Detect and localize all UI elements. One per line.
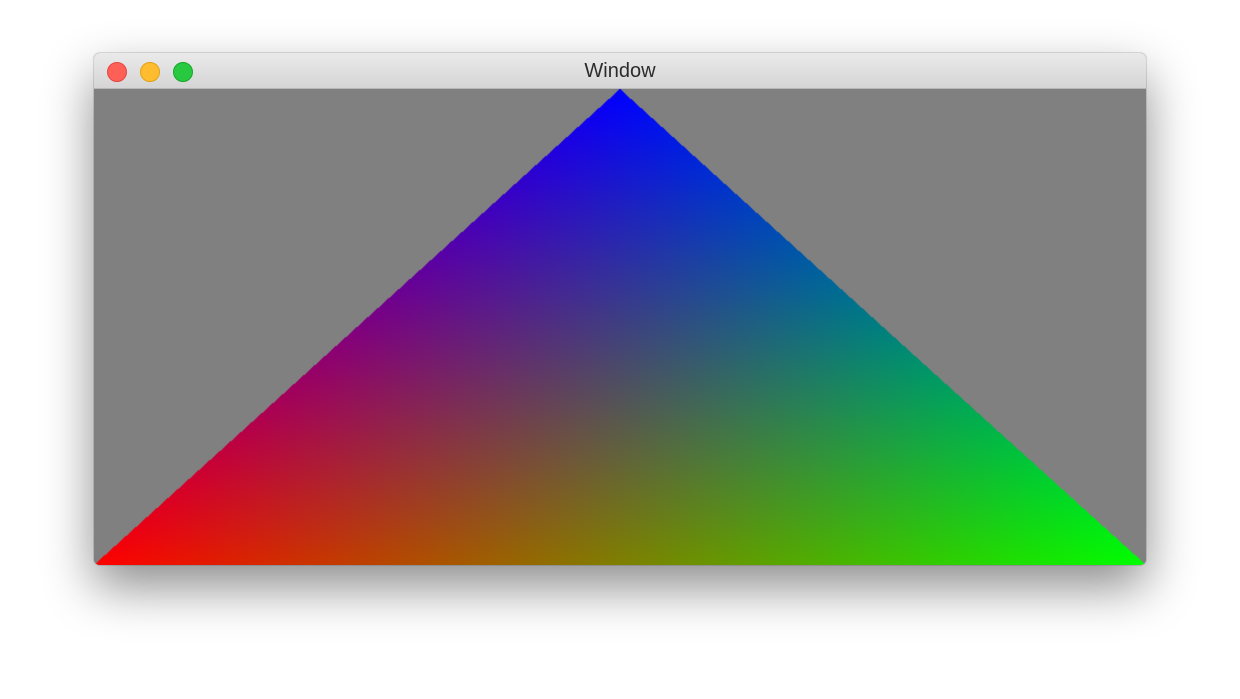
render-viewport — [94, 89, 1146, 565]
app-window: Window — [94, 53, 1146, 565]
window-title: Window — [584, 60, 656, 82]
rgb-triangle — [94, 89, 1146, 565]
title-bar[interactable]: Window — [94, 53, 1146, 89]
